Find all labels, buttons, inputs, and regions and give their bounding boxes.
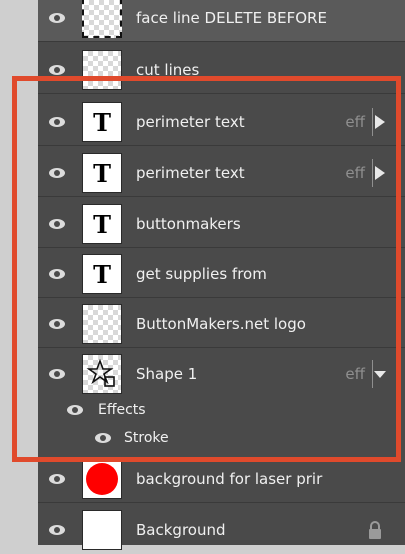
layer-thumbnail bbox=[82, 0, 122, 38]
eye-icon[interactable] bbox=[48, 470, 66, 488]
layer-name: Background bbox=[136, 521, 226, 539]
layer-thumbnail bbox=[82, 510, 122, 550]
layer-thumbnail bbox=[82, 459, 122, 499]
layer-row-background[interactable]: Background bbox=[38, 506, 405, 554]
eye-icon[interactable] bbox=[48, 521, 66, 539]
layer-name: face line DELETE BEFORE bbox=[136, 9, 327, 27]
lock-icon bbox=[369, 521, 381, 539]
selection-highlight-box bbox=[12, 76, 401, 462]
eye-icon[interactable] bbox=[48, 9, 66, 27]
layer-row-face-line[interactable]: face line DELETE BEFORE bbox=[38, 0, 405, 42]
layer-row-laser-background[interactable]: background for laser prir bbox=[38, 455, 405, 503]
layer-name: background for laser prir bbox=[136, 470, 323, 488]
